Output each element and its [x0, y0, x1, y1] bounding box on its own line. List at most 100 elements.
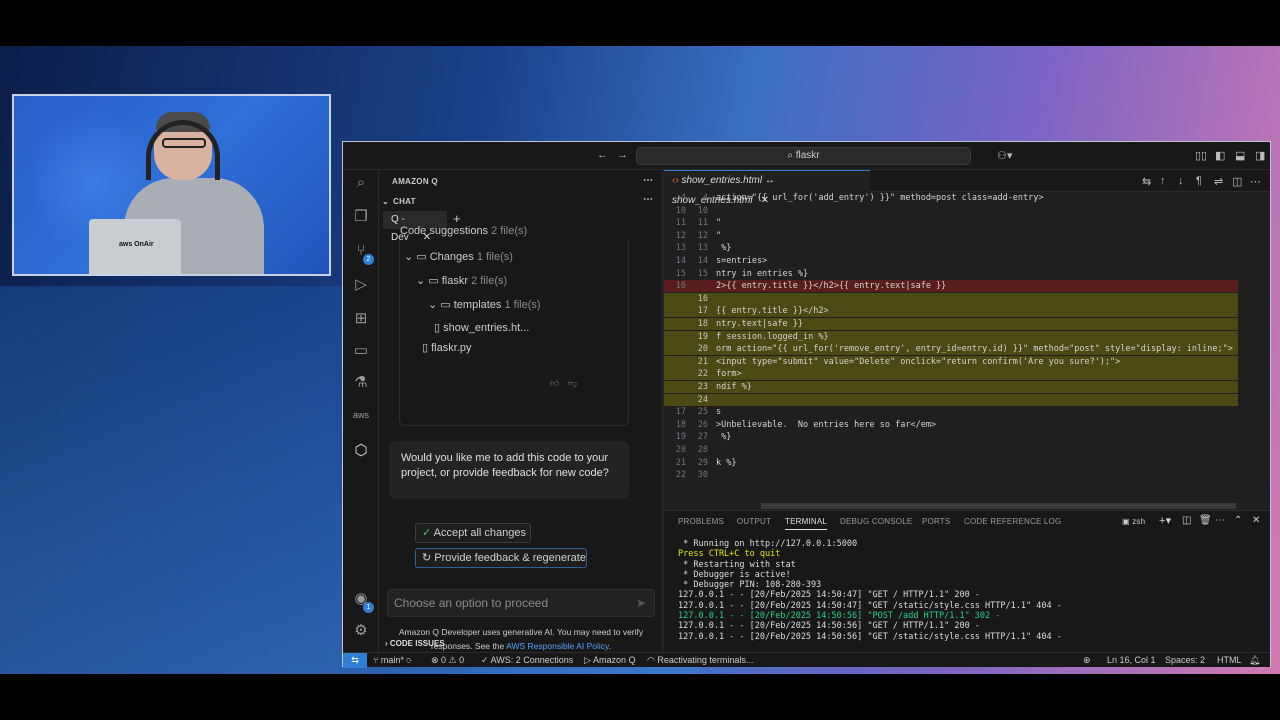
aws-connections[interactable]: ✓ AWS: 2 Connections [481, 653, 573, 667]
code-line[interactable]: 10 10 [664, 205, 1250, 217]
accept-all-changes-button[interactable]: ✓ Accept all changes [415, 523, 531, 543]
remote-indicator-icon[interactable]: ⇆ [343, 653, 367, 668]
indentation[interactable]: Spaces: 2 [1165, 653, 1205, 667]
tab-code-reference-log[interactable]: CODE REFERENCE LOG [964, 517, 1061, 526]
code-line[interactable]: 18 26 >Unbelievable. No entries here so fa… [664, 419, 1250, 431]
diff-line-added[interactable]: 24 [664, 393, 1250, 406]
notifications-icon[interactable]: 🔔︎ [1249, 653, 1260, 667]
code-text: 2>{{ entry.title }}</h2>{{ entry.text|sa… [716, 281, 947, 292]
code-line[interactable]: 15 15 ntry in entries %} [664, 268, 1250, 280]
diff-line-added[interactable]: 17 {{ entry.title }}</h2> [664, 305, 1250, 318]
provide-feedback-button[interactable]: ↻ Provide feedback & regenerate [415, 548, 587, 568]
modified-line-number: 4 [702, 193, 708, 203]
forward-arrow-icon[interactable]: → [617, 149, 628, 161]
more-actions-icon[interactable]: ⋯ [1215, 515, 1225, 526]
chat-input[interactable]: Choose an option to proceed ➤ [387, 589, 655, 617]
more-actions-icon[interactable]: ⋯ [643, 175, 653, 186]
horizontal-scrollbar[interactable] [761, 503, 1236, 509]
gear-icon[interactable]: ⚙ [352, 622, 370, 640]
branch-indicator[interactable]: ⑂ main* ⟳ [373, 653, 412, 667]
file-icon: ▯ [434, 322, 444, 334]
cursor-position[interactable]: Ln 16, Col 1 [1107, 653, 1156, 667]
code-issues-section[interactable]: › CODE ISSUES [379, 636, 663, 652]
tree-item-changes[interactable]: ⌄ ▭ Changes 1 file(s) [404, 250, 513, 263]
previous-change-icon[interactable]: ↑ [1160, 175, 1166, 187]
split-editor-icon[interactable]: ◫ [1232, 175, 1242, 188]
code-line[interactable]: 21 29 k %} [664, 457, 1250, 469]
inline-diff-icon[interactable]: ⇌ [1214, 175, 1223, 188]
tree-label: flaskr [441, 275, 469, 287]
code-line[interactable]: 17 25 s [664, 406, 1250, 418]
diff-line-added[interactable]: 18 ntry.text|safe }} [664, 318, 1250, 330]
code-line[interactable]: 22 30 [664, 469, 1250, 481]
maximize-panel-icon[interactable]: ⌃ [1234, 515, 1243, 526]
code-line[interactable]: 11 11 " [664, 217, 1250, 229]
code-line[interactable]: 14 14 s=entries> [664, 255, 1250, 267]
chat-more-icon[interactable]: ⋯ [643, 194, 653, 205]
laptop-sticker-text: aws OnAir [119, 241, 154, 248]
diff-line-added[interactable]: 23 ndif %} [664, 381, 1250, 393]
language-mode[interactable]: HTML [1217, 653, 1242, 667]
tab-show-entries-diff[interactable]: ‹› show_entries.html ↔ show_entries.html… [664, 170, 870, 206]
trash-icon[interactable]: 🗑︎ [1199, 515, 1212, 526]
code-line[interactable]: 20 28 [664, 444, 1250, 456]
diff-line-added[interactable]: 20 orm action="{{ url_for('remove_entry',… [664, 343, 1250, 356]
remote-explorer-icon[interactable]: ▭ [352, 342, 370, 360]
new-chat-tab-icon[interactable]: + [453, 211, 461, 226]
diff-line-added[interactable]: 16 [664, 292, 1250, 305]
revert-icon[interactable]: ¶ [1196, 175, 1202, 187]
tree-item-show-entries[interactable]: ▯ show_entries.ht... [434, 321, 529, 334]
send-icon[interactable]: ➤ [636, 590, 646, 616]
tree-item-flaskr[interactable]: ⌄ ▭ flaskr 2 file(s) [416, 274, 507, 287]
terminal-line: * Running on http://127.0.0.1:5000 [678, 539, 858, 549]
back-arrow-icon[interactable]: ← [597, 149, 608, 161]
minimap[interactable] [1238, 192, 1270, 482]
aws-icon[interactable]: aws [352, 406, 370, 424]
tab-problems[interactable]: PROBLEMS [678, 517, 724, 526]
thumbs-up-icon[interactable]: 👍︎ [550, 378, 559, 389]
testing-icon[interactable]: ⚗ [352, 374, 370, 392]
more-actions-icon[interactable]: ⋯ [1250, 175, 1261, 188]
code-line[interactable]: 4 4 action="{{ url_for('add_entry') }}" me… [664, 192, 1250, 204]
diff-line-removed[interactable]: 16 2>{{ entry.title }}</h2>{{ entry.text|… [664, 280, 1250, 293]
terminal-shell-selector[interactable]: ▣ zsh [1122, 517, 1145, 526]
layout-icon[interactable]: ▯▯ [1195, 149, 1207, 162]
tab-terminal[interactable]: TERMINAL [785, 517, 828, 530]
chevron-down-icon[interactable]: ⌄ [382, 197, 389, 206]
toggle-sidebar-icon[interactable]: ◧ [1215, 149, 1225, 162]
amazon-q-status[interactable]: ▷ Amazon Q [584, 653, 635, 667]
tree-item-flaskr-py[interactable]: ▯ flaskr.py [422, 341, 471, 354]
split-terminal-icon[interactable]: ◫ [1182, 515, 1192, 526]
aws-label: AWS: 2 Connections [490, 655, 574, 665]
search-icon[interactable]: ⌕ [352, 174, 370, 192]
code-suggestions-header: Code suggestions 2 file(s) [400, 225, 527, 237]
diff-line-added[interactable]: 19 f session.logged_in %} [664, 330, 1250, 343]
run-debug-icon[interactable]: ▷ [352, 276, 370, 294]
toggle-secondary-sidebar-icon[interactable]: ◨ [1255, 149, 1265, 162]
tab-ports[interactable]: PORTS [922, 517, 950, 526]
diff-line-added[interactable]: 21 <input type="submit" value="Delete" on… [664, 355, 1250, 368]
close-panel-icon[interactable]: ✕ [1252, 515, 1261, 526]
next-change-icon[interactable]: ↓ [1178, 175, 1184, 187]
copilot-icon[interactable]: ⚇▾ [997, 149, 1012, 162]
zoom-icon[interactable]: ⊕ [1083, 653, 1091, 667]
command-center-search[interactable]: ⌕ flaskr [636, 147, 971, 165]
tab-debug-console[interactable]: DEBUG CONSOLE [840, 517, 912, 526]
open-changes-icon[interactable]: ⇆ [1142, 175, 1151, 188]
diff-line-added[interactable]: 22 form> [664, 368, 1250, 381]
code-line[interactable]: 12 12 " [664, 230, 1250, 242]
problems-indicator[interactable]: ⊗ 0 ⚠ 0 [431, 653, 464, 667]
new-terminal-icon[interactable]: +▾ [1159, 514, 1171, 527]
explorer-icon[interactable]: ❐ [352, 208, 370, 226]
toggle-panel-icon[interactable]: ⬓ [1235, 149, 1245, 162]
tree-item-templates[interactable]: ⌄ ▭ templates 1 file(s) [428, 298, 541, 311]
code-line[interactable]: 19 27 %} [664, 431, 1250, 443]
amazon-q-icon[interactable]: ⬡ [352, 442, 370, 460]
code-line[interactable]: 13 13 %} [664, 242, 1250, 254]
code-area[interactable]: 4 4 action="{{ url_for('add_entry') }}" me… [664, 192, 1264, 510]
thumbs-down-icon[interactable]: 👎︎ [568, 378, 577, 389]
tab-output[interactable]: OUTPUT [737, 517, 771, 526]
terminal-output[interactable]: * Running on http://127.0.0.1:5000 Press … [678, 539, 1268, 642]
git-branch-icon: ⑂ [373, 655, 381, 665]
extensions-icon[interactable]: ⊞ [352, 310, 370, 328]
